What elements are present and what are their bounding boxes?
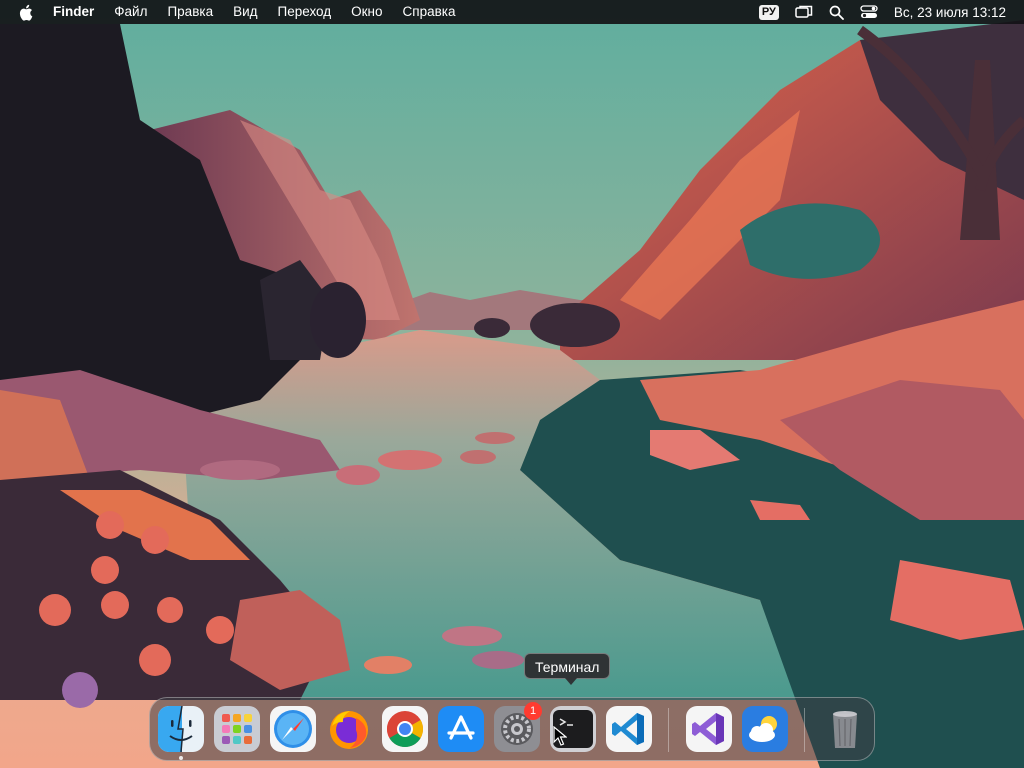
spotlight-search-icon[interactable] — [821, 0, 852, 24]
dock-launchpad[interactable] — [214, 706, 260, 752]
finder-running-indicator — [179, 756, 183, 760]
dock-safari[interactable] — [270, 706, 316, 752]
system-settings-badge: 1 — [524, 702, 542, 720]
firefox-icon — [330, 711, 368, 749]
dock-separator — [804, 708, 805, 752]
dock-trash[interactable] — [822, 706, 868, 752]
desktop: Finder Файл Правка Вид Переход Окно Спра… — [0, 0, 1024, 768]
dock-finder[interactable] — [158, 706, 204, 752]
menu-app-name[interactable]: Finder — [43, 0, 104, 24]
control-center-icon[interactable] — [852, 0, 886, 24]
vscode-icon — [606, 706, 652, 752]
screen-mirroring-icon[interactable] — [787, 0, 821, 24]
chrome-icon — [382, 706, 428, 752]
dock-tooltip-arrow — [565, 678, 577, 685]
dock-visual-studio[interactable] — [686, 706, 732, 752]
menu-bar: Finder Файл Правка Вид Переход Окно Спра… — [0, 0, 1024, 24]
input-language-badge: РУ — [758, 4, 779, 20]
dock-firefox[interactable] — [326, 706, 372, 752]
wallpaper-image — [0, 0, 1024, 768]
dock-app-store[interactable] — [438, 706, 484, 752]
visual-studio-icon — [686, 706, 732, 752]
menu-window[interactable]: Окно — [341, 0, 392, 24]
finder-icon — [158, 706, 204, 752]
menu-file[interactable]: Файл — [104, 0, 157, 24]
weather-icon — [742, 706, 788, 752]
launchpad-icon — [214, 706, 260, 752]
input-source-menu[interactable]: РУ — [751, 0, 787, 24]
dock-weather[interactable] — [742, 706, 788, 752]
dock-tooltip: Терминал — [524, 653, 611, 679]
safari-icon — [270, 706, 316, 752]
menu-go[interactable]: Переход — [268, 0, 342, 24]
menu-edit[interactable]: Правка — [157, 0, 223, 24]
dock-vscode[interactable] — [606, 706, 652, 752]
trash-icon — [833, 711, 857, 748]
menubar-clock[interactable]: Вс, 23 июля 13:12 — [886, 5, 1024, 20]
menu-help[interactable]: Справка — [393, 0, 466, 24]
menu-view[interactable]: Вид — [223, 0, 267, 24]
dock-separator — [668, 708, 669, 752]
mouse-cursor-icon — [553, 726, 567, 746]
app-store-icon — [438, 706, 484, 752]
dock-chrome[interactable] — [382, 706, 428, 752]
apple-logo-icon[interactable] — [0, 4, 43, 21]
dock — [149, 697, 875, 761]
